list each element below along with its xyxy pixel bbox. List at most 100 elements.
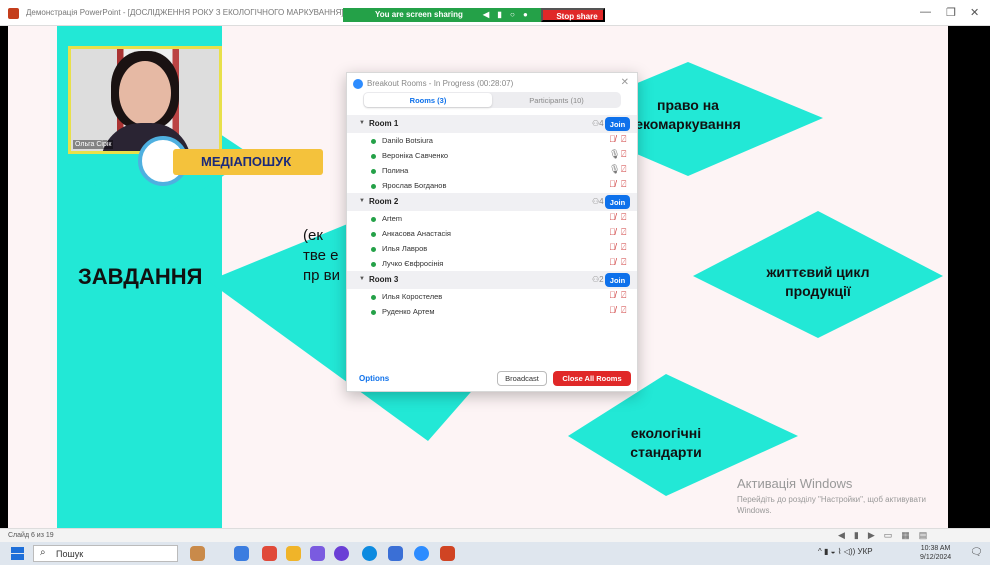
online-dot-icon <box>371 295 376 300</box>
mic-muted-icon: 🎙̸ <box>609 242 616 252</box>
collapse-caret-icon[interactable]: ▼ <box>359 198 365 204</box>
close-icon[interactable]: ✕ <box>621 77 629 88</box>
participant-video[interactable]: Ольга Сірік <box>68 46 222 154</box>
online-dot-icon <box>371 217 376 222</box>
mascot-icon[interactable] <box>190 546 205 561</box>
member-name: Полина <box>382 166 409 175</box>
dialog-tabs: Rooms (3) Participants (10) <box>363 92 621 108</box>
online-dot-icon <box>371 232 376 237</box>
taskbar-search[interactable]: ⌕ Пошук <box>33 545 178 562</box>
app-icon[interactable] <box>234 546 249 561</box>
dialog-title: Breakout Rooms - In Progress (00:28:07) <box>367 79 514 88</box>
video-off-icon: ⍁ <box>621 179 627 189</box>
online-dot-icon <box>371 262 376 267</box>
windows-taskbar: ⌕ Пошук ^ ▮ ◒ ⌇ ◁)) УКР 10:38 AM 9/12/20… <box>0 542 990 565</box>
room-member: Илья Коростелев 🎙̸ ⍁ <box>347 289 637 304</box>
stop-share-button[interactable]: Stop share <box>541 8 605 22</box>
options-link[interactable]: Options <box>359 374 389 383</box>
windows-activation-watermark: Активація Windows Перейдіть до розділу "… <box>737 476 948 516</box>
room-name: Room 3 <box>369 275 399 284</box>
online-dot-icon <box>371 184 376 189</box>
room-row[interactable]: ▼ Room 2 ⚇4 Join <box>347 193 637 211</box>
language-indicator[interactable]: УКР <box>858 547 873 556</box>
diamond-top-text: право на екомаркування <box>635 97 741 132</box>
tab-participants[interactable]: Participants (10) <box>493 93 620 107</box>
breakout-rooms-dialog: Breakout Rooms - In Progress (00:28:07) … <box>346 72 638 392</box>
viber-icon[interactable] <box>334 546 349 561</box>
presentation-statusbar: Слайд 6 из 19 ◀▮▶▭▦▤ <box>0 528 990 542</box>
member-name: Artem <box>382 214 403 223</box>
close-window-icon[interactable]: ✕ <box>970 6 979 19</box>
video-off-icon: ⍁ <box>621 212 627 222</box>
view-controls-icons[interactable]: ◀▮▶▭▦▤ <box>838 530 936 541</box>
participant-name: Ольга Сірік <box>73 140 114 149</box>
video-off-icon: ⍁ <box>621 290 627 300</box>
room-member: Artem 🎙̸ ⍁ <box>347 211 637 226</box>
join-room-button[interactable]: Join <box>605 195 630 209</box>
room-name: Room 1 <box>369 119 399 128</box>
video-off-icon: ⍁ <box>621 227 627 237</box>
video-off-icon: ⍁ <box>621 134 627 144</box>
broadcast-button[interactable]: Broadcast <box>497 371 547 386</box>
window-titlebar: Демонстрація PowerPoint - [ДОСЛІДЖЕННЯ Р… <box>0 0 990 26</box>
notifications-icon[interactable]: 🗨 <box>970 547 983 558</box>
room-member: Илья Лавров 🎙̸ ⍁ <box>347 241 637 256</box>
app-icon[interactable] <box>310 546 325 561</box>
diamond-right-text: життєвий цикл продукції <box>766 264 870 299</box>
room-participant-count: ⚇4 <box>592 197 604 206</box>
mic-muted-icon: 🎙̸ <box>609 134 616 144</box>
person-face <box>119 61 171 125</box>
restore-icon[interactable]: ❐ <box>946 6 956 19</box>
mic-muted-icon: 🎙̸ <box>609 290 616 300</box>
tab-rooms[interactable]: Rooms (3) <box>364 93 492 107</box>
online-dot-icon <box>371 310 376 315</box>
system-tray[interactable]: ^ ▮ ◒ ⌇ ◁)) УКР <box>818 547 873 556</box>
rooms-list: ▼ Room 1 ⚇4 Join Danilo Botsiura 🎙̸ ⍁ Веро… <box>347 115 637 319</box>
collapse-caret-icon[interactable]: ▼ <box>359 120 365 126</box>
slide-counter: Слайд 6 из 19 <box>8 532 54 539</box>
member-name: Илья Лавров <box>382 244 428 253</box>
mic-muted-icon: 🎙̸ <box>609 257 616 267</box>
search-label: Пошук <box>56 549 84 559</box>
app-icon[interactable] <box>388 546 403 561</box>
room-participant-count: ⚇4 <box>592 119 604 128</box>
minimize-icon[interactable]: — <box>920 6 931 18</box>
mic-muted-icon: 🎙̸ <box>609 179 616 189</box>
close-all-rooms-button[interactable]: Close All Rooms <box>553 371 631 386</box>
room-member: Анкасова Анастасія 🎙̸ ⍁ <box>347 226 637 241</box>
member-name: Вероніка Савченко <box>382 151 449 160</box>
chrome-icon[interactable] <box>262 546 277 561</box>
room-name: Room 2 <box>369 197 399 206</box>
online-dot-icon <box>371 154 376 159</box>
share-controls-icons[interactable]: ◀ ▮ ○ ● <box>483 10 531 19</box>
room-member: Лучко Євфросінія 🎙̸ ⍁ <box>347 256 637 271</box>
join-room-button[interactable]: Join <box>605 273 630 287</box>
video-off-icon: ⍁ <box>621 242 627 252</box>
mic-muted-icon: 🎙̸ <box>609 305 616 315</box>
search-icon: ⌕ <box>40 547 46 558</box>
room-row[interactable]: ▼ Room 1 ⚇4 Join <box>347 115 637 133</box>
room-member: Полина 🎙 ⍁ <box>347 163 637 178</box>
windows-start-icon[interactable] <box>11 547 24 560</box>
task-heading: ЗАВДАННЯ <box>78 264 203 289</box>
member-name: Анкасова Анастасія <box>382 229 451 238</box>
edge-icon[interactable] <box>362 546 377 561</box>
room-participant-count: ⚇2 <box>592 275 604 284</box>
file-explorer-icon[interactable] <box>286 546 301 561</box>
powerpoint-taskbar-icon[interactable] <box>440 546 455 561</box>
video-off-icon: ⍁ <box>621 149 627 159</box>
screen-share-bar: You are screen sharing ◀ ▮ ○ ● Stop shar… <box>343 8 605 22</box>
online-dot-icon <box>371 139 376 144</box>
taskbar-clock[interactable]: 10:38 AM 9/12/2024 <box>920 544 951 562</box>
mic-on-icon: 🎙 <box>609 149 621 159</box>
join-room-button[interactable]: Join <box>605 117 630 131</box>
member-name: Руденко Артем <box>382 307 435 316</box>
collapse-caret-icon[interactable]: ▼ <box>359 276 365 282</box>
slide-margin-right <box>948 26 990 528</box>
zoom-icon[interactable] <box>414 546 429 561</box>
slide-margin-left <box>0 26 8 528</box>
member-name: Danilo Botsiura <box>382 136 433 145</box>
room-member: Ярослав Богданов 🎙̸ ⍁ <box>347 178 637 193</box>
mic-muted-icon: 🎙̸ <box>609 227 616 237</box>
room-row[interactable]: ▼ Room 3 ⚇2 Join <box>347 271 637 289</box>
